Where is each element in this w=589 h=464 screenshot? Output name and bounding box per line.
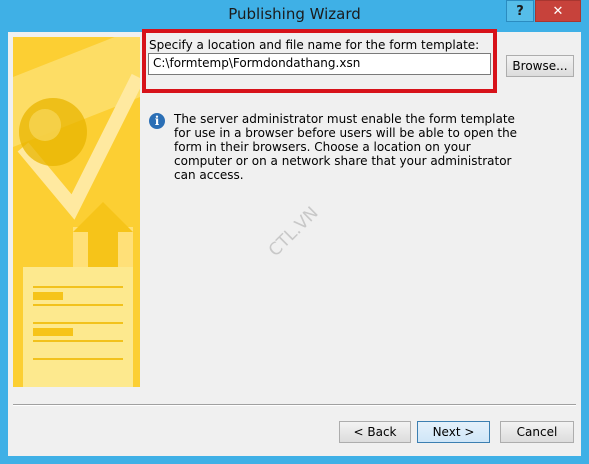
banner-graphic	[13, 37, 140, 387]
next-button[interactable]: Next >	[417, 421, 490, 443]
location-input[interactable]: C:\formtemp\Formdondathang.xsn	[148, 53, 491, 75]
wizard-body: Specify a location and file name for the…	[8, 29, 581, 456]
wizard-banner-image	[13, 37, 140, 387]
button-separator	[13, 404, 576, 406]
help-button[interactable]: ?	[506, 0, 534, 22]
cancel-button[interactable]: Cancel	[500, 421, 574, 443]
window-title: Publishing Wizard	[228, 5, 361, 23]
publishing-wizard-window: Publishing Wizard ? ✕ Specify a location…	[0, 0, 589, 464]
close-button[interactable]: ✕	[535, 0, 581, 22]
location-label: Specify a location and file name for the…	[149, 38, 480, 52]
watermark: CTL.VN	[264, 203, 323, 261]
title-bar: Publishing Wizard ? ✕	[0, 0, 589, 32]
info-icon: i	[149, 113, 165, 129]
back-button[interactable]: < Back	[339, 421, 411, 443]
browse-button[interactable]: Browse...	[506, 55, 574, 77]
info-message: The server administrator must enable the…	[174, 112, 518, 182]
